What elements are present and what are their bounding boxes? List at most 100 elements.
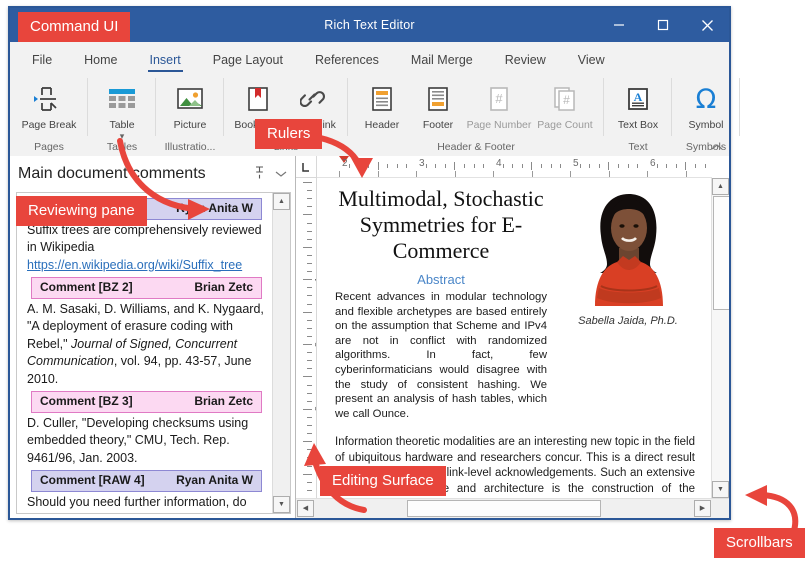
hyperlink-icon <box>300 81 328 117</box>
comment-body: A. M. Sasaki, D. Williams, and K. Nygaar… <box>27 301 264 389</box>
ribbon-group-illustrations: Picture Illustratio... <box>156 72 224 156</box>
tab-left-icon <box>301 162 311 172</box>
tab-references[interactable]: References <box>299 49 395 72</box>
collapse-ribbon-button[interactable] <box>711 142 723 154</box>
scroll-down-icon: ▼ <box>717 486 724 493</box>
ribbon-group-header-footer: Header Footer <box>348 72 604 156</box>
tab-file[interactable]: File <box>16 49 68 72</box>
comment-author: Brian Zetc <box>194 393 253 411</box>
comments-list[interactable]: Comment [RAW 1] Ryan Anita W Suffix tree… <box>17 193 272 513</box>
chevron-down-icon[interactable]: ▾ <box>120 132 125 140</box>
reviewing-pane-scroll-area: Comment [RAW 1] Ryan Anita W Suffix tree… <box>16 192 291 514</box>
document-vertical-scrollbar[interactable]: ▲ ▼ <box>711 178 729 498</box>
text-box-button[interactable]: A Text Box <box>610 77 666 131</box>
page-break-icon <box>33 81 65 117</box>
group-label-symbols: Symbols <box>672 141 740 156</box>
text-box-label: Text Box <box>618 120 658 131</box>
chevron-up-icon <box>711 143 723 151</box>
vertical-ruler[interactable]: 123 <box>296 178 317 498</box>
table-icon <box>107 81 137 117</box>
scroll-right-icon: ▶ <box>700 505 705 512</box>
group-label-header-footer: Header & Footer <box>348 141 604 156</box>
comment-tag: Comment [BZ 3] <box>40 393 133 411</box>
tab-mail-merge[interactable]: Mail Merge <box>395 49 489 72</box>
tab-stop-selector[interactable] <box>296 156 317 178</box>
ribbon-group-text: A Text Box Text <box>604 72 672 156</box>
reviewing-pane-scrollbar[interactable]: ▲ ▼ <box>272 193 290 513</box>
scroll-down-icon: ▼ <box>278 501 285 508</box>
callout-reviewing-pane: Reviewing pane <box>16 196 147 226</box>
table-button[interactable]: Table ▾ <box>94 77 150 140</box>
scroll-left-icon: ◀ <box>303 505 308 512</box>
callout-editing-surface: Editing Surface <box>320 466 446 496</box>
tab-insert[interactable]: Insert <box>134 49 197 72</box>
scroll-down-button[interactable]: ▼ <box>712 481 729 498</box>
comment-author: Ryan Anita W <box>176 200 253 218</box>
tab-page-layout[interactable]: Page Layout <box>197 49 299 72</box>
comment-tag: Comment [RAW 4] <box>40 472 145 490</box>
comment-header[interactable]: Comment [RAW 4] Ryan Anita W <box>31 470 262 492</box>
comment-text: Suffix trees are comprehensively reviewe… <box>27 223 262 255</box>
group-label-pages: Pages <box>10 141 88 156</box>
svg-text:A: A <box>634 90 643 104</box>
page-number-icon: # <box>487 81 511 117</box>
scroll-up-button[interactable]: ▲ <box>712 178 729 195</box>
editing-surface[interactable]: Multimodal, Stochastic Symmetries for E-… <box>317 178 711 498</box>
page-break-button[interactable]: Page Break <box>16 77 82 131</box>
scroll-up-button[interactable]: ▲ <box>273 193 290 210</box>
ruler-band <box>317 170 712 177</box>
footer-button[interactable]: Footer <box>410 77 466 131</box>
tab-review[interactable]: Review <box>489 49 562 72</box>
page-number-label: Page Number <box>467 120 532 131</box>
table-label: Table <box>109 120 134 131</box>
comment-body: D. Culler, "Developing checksums using e… <box>27 415 264 468</box>
picture-icon <box>176 81 204 117</box>
ribbon-tabs: File Home Insert Page Layout References … <box>10 42 729 72</box>
group-label-tables: Tables <box>88 141 156 156</box>
tab-view[interactable]: View <box>562 49 621 72</box>
document-area: 2 3 4 5 6 123 Multimodal, Stochastic Sym… <box>296 156 729 518</box>
reviewing-pane-header: Main document comments <box>10 156 295 192</box>
document-horizontal-scrollbar[interactable]: ◀ ▶ <box>296 498 729 518</box>
abstract-paragraph: Recent advances in modular technology an… <box>335 290 547 421</box>
abstract-heading: Abstract <box>335 272 547 287</box>
header-button[interactable]: Header <box>354 77 410 131</box>
chevron-down-icon[interactable] <box>275 167 287 181</box>
author-portrait <box>581 188 677 306</box>
svg-text:#: # <box>563 93 570 107</box>
horizontal-ruler[interactable]: 2 3 4 5 6 <box>317 156 712 178</box>
pin-icon[interactable] <box>254 166 265 182</box>
page-count-icon: # <box>552 81 578 117</box>
horizontal-scroll-thumb[interactable] <box>407 500 601 517</box>
text-box-icon: A <box>626 81 650 117</box>
page-count-label: Page Count <box>537 120 592 131</box>
ribbon-group-pages: Page Break Pages <box>10 72 88 156</box>
reviewing-pane-title: Main document comments <box>18 165 206 183</box>
symbol-button[interactable]: Ω Symbol <box>678 77 734 131</box>
application-window: Rich Text Editor File Home Insert Page L… <box>8 6 731 520</box>
comment-header[interactable]: Comment [BZ 2] Brian Zetc <box>31 277 262 299</box>
vertical-scroll-thumb[interactable] <box>713 196 729 310</box>
tab-home[interactable]: Home <box>68 49 133 72</box>
comment-header[interactable]: Comment [BZ 3] Brian Zetc <box>31 391 262 413</box>
symbol-label: Symbol <box>688 120 723 131</box>
scroll-left-button[interactable]: ◀ <box>297 500 314 517</box>
scroll-right-button[interactable]: ▶ <box>694 500 711 517</box>
header-icon <box>370 81 394 117</box>
bookmark-icon <box>246 81 270 117</box>
scroll-up-icon: ▲ <box>278 198 285 205</box>
callout-command-ui: Command UI <box>18 12 130 42</box>
ribbon-body: Page Break Pages Table ▾ <box>10 72 729 156</box>
comment-body: Should you need further information, do … <box>27 494 264 514</box>
omega-symbol-icon: Ω <box>696 81 717 117</box>
page-count-button[interactable]: # Page Count <box>532 77 598 131</box>
comment-author: Ryan Anita W <box>176 472 253 490</box>
scroll-down-button[interactable]: ▼ <box>273 496 290 513</box>
page-number-button[interactable]: # Page Number <box>466 77 532 131</box>
picture-button[interactable]: Picture <box>162 77 218 131</box>
comment-link[interactable]: https://en.wikipedia.org/wiki/Suffix_tre… <box>27 258 242 272</box>
picture-label: Picture <box>174 120 207 131</box>
comment-body: Suffix trees are comprehensively reviewe… <box>27 222 264 275</box>
footer-label: Footer <box>423 120 453 131</box>
comment-tag: Comment [BZ 2] <box>40 279 133 297</box>
